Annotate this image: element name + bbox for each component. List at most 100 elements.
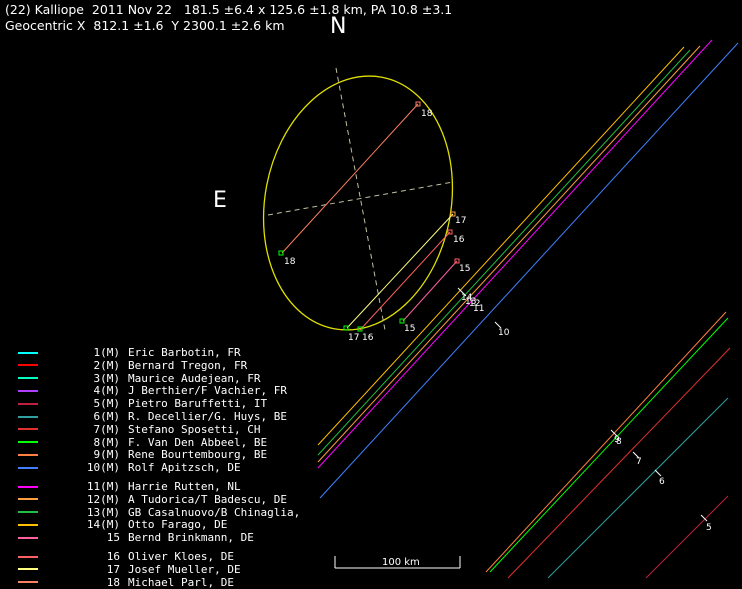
legend-swatch (18, 498, 38, 501)
legend-item: 11(M) Harrie Rutten, NL (18, 480, 241, 493)
chord-label: 17 (348, 333, 359, 343)
legend-item: 18 Michael Parl, DE (18, 576, 234, 589)
legend-observer: Otto Farago, DE (128, 518, 228, 532)
legend-swatch (18, 389, 38, 392)
legend-observer: Pietro Baruffetti, IT (128, 397, 268, 411)
header-line-1: (22) Kalliope 2011 Nov 22 181.5 ±6.4 x 1… (5, 2, 453, 17)
legend-item: 14(M) Otto Farago, DE (18, 518, 227, 531)
legend-observer: GB Casalnuovo/B Chinaglia, (128, 505, 301, 519)
scale-label: 100 km (382, 557, 420, 568)
legend-item: 16 Oliver Kloes, DE (18, 550, 234, 563)
legend-observer: Bernd Brinkmann, DE (128, 531, 254, 545)
chord-label: 15 (404, 324, 415, 334)
legend-number: 8(M) (93, 435, 121, 449)
legend-observer: Stefano Sposetti, CH (128, 422, 261, 436)
legend-number: 15 (106, 531, 120, 545)
legend-number: 9(M) (93, 448, 121, 462)
legend-item: 13(M) GB Casalnuovo/B Chinaglia, (18, 506, 300, 519)
miss-line-14 (317, 46, 685, 446)
chord-17 (346, 213, 454, 329)
chord-label: 11 (473, 304, 484, 314)
legend-observer: Josef Mueller, DE (128, 562, 241, 576)
legend-item: 10(M) Rolf Apitzsch, DE (18, 461, 241, 474)
legend-item: 3(M) Maurice Audejean, FR (18, 372, 260, 385)
legend-swatch (18, 364, 38, 367)
chord-label: 17 (455, 216, 466, 226)
legend-observer: Eric Barbotin, FR (128, 346, 241, 359)
chord-label: 7 (636, 457, 642, 467)
legend-swatch (18, 402, 38, 405)
legend-swatch (18, 377, 38, 380)
legend-item: 9(M) Rene Bourtembourg, BE (18, 448, 267, 461)
legend-observer: Maurice Audejean, FR (128, 371, 261, 385)
chord-16 (359, 231, 451, 331)
legend-number: 4(M) (93, 384, 121, 398)
chord-label: 16 (362, 333, 374, 343)
legend-number: 12(M) (86, 492, 120, 506)
legend-number: 7(M) (93, 422, 121, 436)
north-label: N (330, 14, 347, 39)
miss-line-10 (319, 42, 739, 499)
legend-swatch (18, 453, 38, 456)
chord-label: 10 (498, 328, 510, 338)
legend-swatch (18, 555, 38, 558)
legend-item: 5(M) Pietro Baruffetti, IT (18, 397, 267, 410)
legend-number: 5(M) (93, 397, 121, 411)
miss-line-13 (317, 49, 691, 456)
chord-label: 6 (659, 477, 665, 487)
legend-item: 1(M) Eric Barbotin, FR (18, 346, 241, 359)
legend-swatch (18, 415, 38, 418)
miss-line-9 (485, 311, 727, 573)
legend-observer: A Tudorica/T Badescu, DE (128, 492, 287, 506)
legend-item: 17 Josef Mueller, DE (18, 563, 241, 576)
legend-number: 16 (106, 550, 120, 563)
legend-item: 7(M) Stefano Sposetti, CH (18, 423, 260, 436)
legend-swatch (18, 485, 38, 488)
legend-swatch (18, 581, 38, 584)
miss-line-8 (489, 317, 729, 573)
legend-observer: Rene Bourtembourg, BE (128, 448, 268, 462)
miss-line-7 (507, 347, 731, 579)
legend-item: 6(M) R. Decellier/G. Huys, BE (18, 410, 287, 423)
legend-item: 4(M) J Berthier/F Vachier, FR (18, 384, 287, 397)
miss-line-6 (547, 397, 729, 579)
minor-axis (267, 181, 454, 216)
chord-label: 16 (453, 235, 465, 245)
legend-number: 14(M) (86, 518, 120, 532)
asteroid-profile-ellipse (262, 75, 454, 331)
legend-number: 13(M) (86, 505, 120, 519)
chord-label: 18 (284, 257, 296, 267)
chord-label: 5 (706, 523, 712, 533)
chord-18 (281, 103, 419, 254)
legend-observer: R. Decellier/G. Huys, BE (128, 410, 287, 423)
legend-number: 11(M) (86, 480, 120, 493)
legend-item: 15 Bernd Brinkmann, DE (18, 531, 254, 544)
legend-swatch (18, 351, 38, 354)
legend-observer: J Berthier/F Vachier, FR (128, 384, 287, 398)
legend-observer: F. Van Den Abbeel, BE (128, 435, 268, 449)
legend-number: 6(M) (93, 410, 121, 423)
legend-item: 12(M) A Tudorica/T Badescu, DE (18, 493, 287, 506)
legend-number: 2(M) (93, 358, 121, 372)
header-line-2: Geocentric X 812.1 ±1.6 Y 2300.1 ±2.6 km (5, 18, 285, 33)
miss-line-11 (317, 39, 713, 469)
miss-line-5 (645, 495, 729, 579)
east-label: E (213, 188, 227, 213)
legend-observer: Oliver Kloes, DE (128, 550, 234, 563)
legend-item: 2(M) Bernard Tregon, FR (18, 359, 247, 372)
legend-item: 8(M) F. Van Den Abbeel, BE (18, 436, 267, 449)
legend-swatch (18, 536, 38, 539)
legend-observer: Harrie Rutten, NL (128, 480, 241, 493)
legend-number: 18 (106, 575, 120, 589)
legend-observer: Michael Parl, DE (128, 575, 234, 589)
legend-number: 3(M) (93, 371, 121, 385)
legend-number: 10(M) (86, 461, 120, 475)
chord-label: 15 (459, 264, 470, 274)
legend-observer: Bernard Tregon, FR (128, 358, 248, 372)
legend-swatch (18, 428, 38, 431)
legend-number: 17 (106, 562, 120, 576)
chord-label: 18 (421, 109, 433, 119)
tick-mark (654, 469, 662, 477)
legend-swatch (18, 523, 38, 526)
legend-number: 1(M) (93, 346, 121, 359)
